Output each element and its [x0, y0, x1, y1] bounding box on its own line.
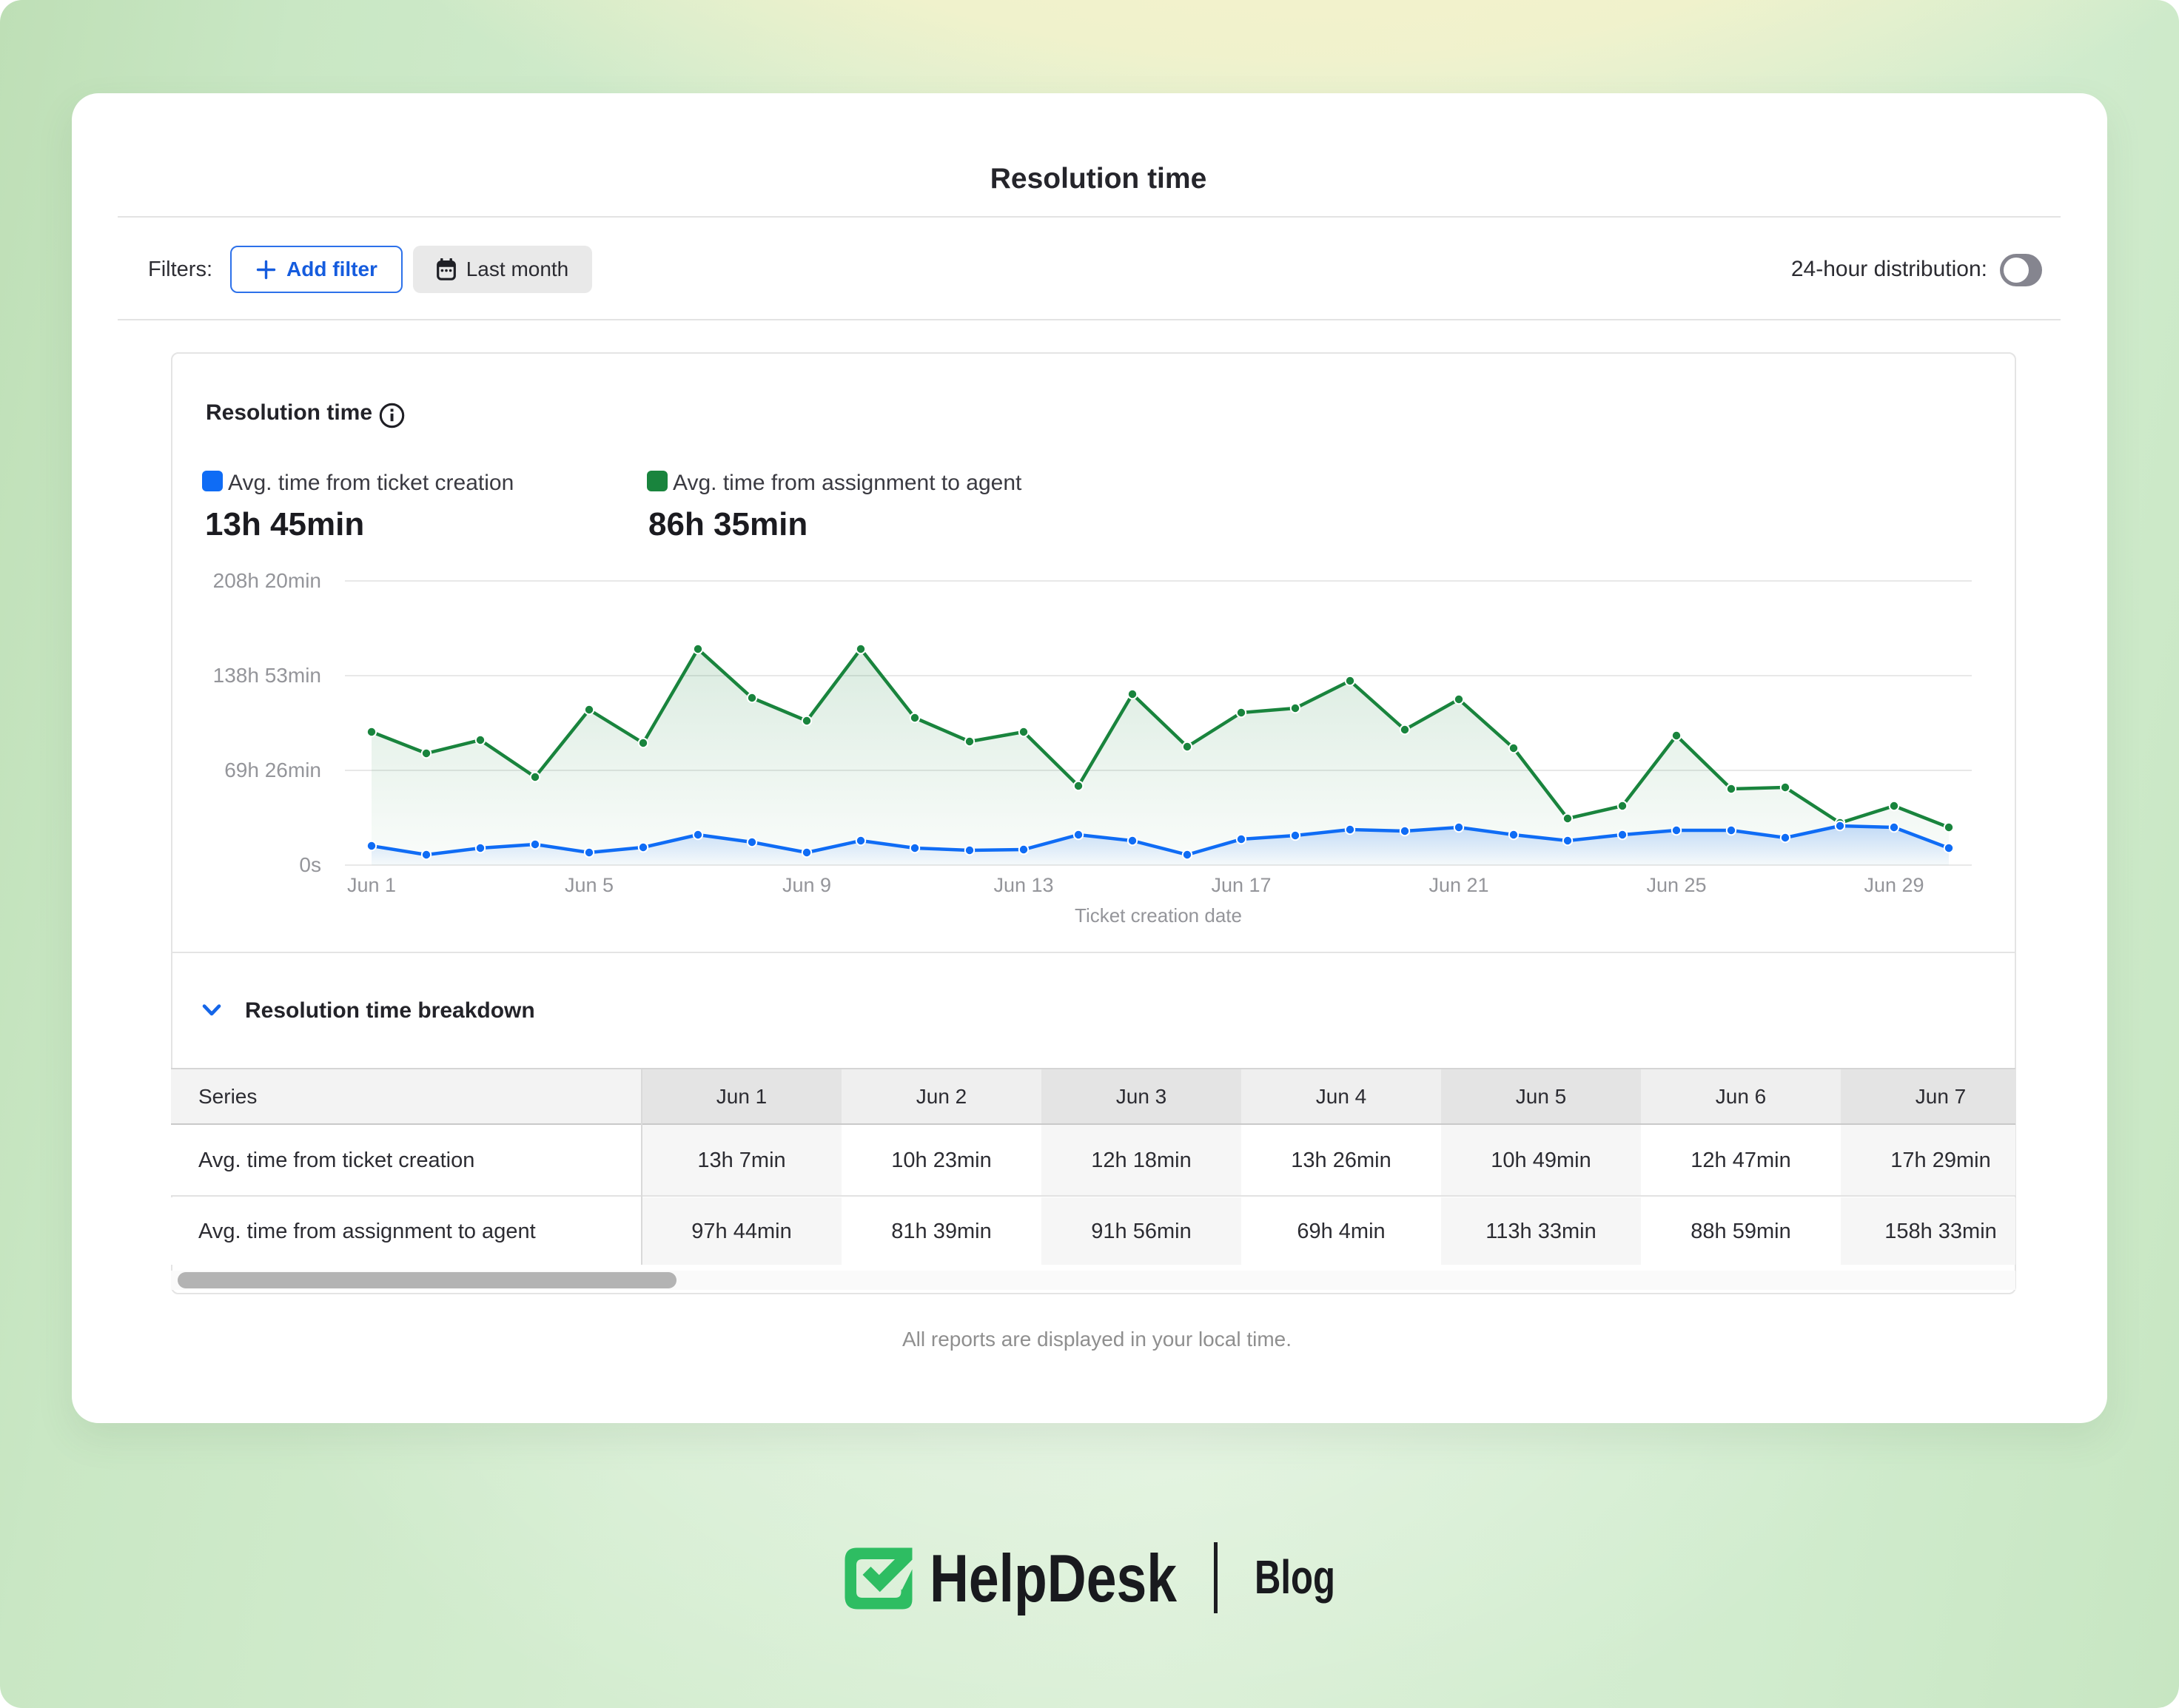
svg-text:HelpDesk: HelpDesk — [930, 1541, 1177, 1616]
svg-text:Blog: Blog — [1255, 1550, 1335, 1604]
